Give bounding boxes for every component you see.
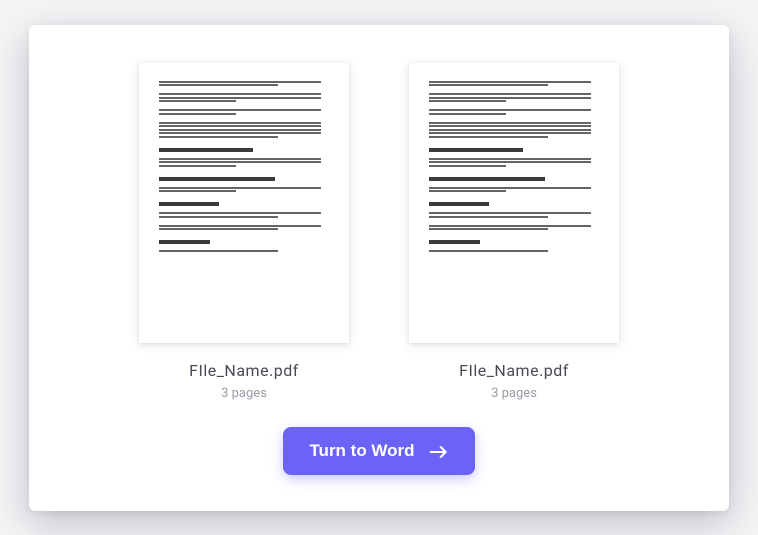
document-page-preview [139,63,349,343]
converter-card: FIle_Name.pdf 3 pages FIle_Name.pdf 3 pa [29,25,729,511]
turn-to-word-button[interactable]: Turn to Word [283,427,474,475]
cta-label: Turn to Word [309,441,414,461]
document-page-preview [409,63,619,343]
document-page-count: 3 pages [221,386,267,401]
document-item[interactable]: FIle_Name.pdf 3 pages [409,63,619,401]
document-filename: FIle_Name.pdf [459,361,569,380]
arrow-right-icon [429,444,449,458]
document-page-count: 3 pages [491,386,537,401]
document-filename: FIle_Name.pdf [189,361,299,380]
documents-row: FIle_Name.pdf 3 pages FIle_Name.pdf 3 pa [139,63,619,401]
document-item[interactable]: FIle_Name.pdf 3 pages [139,63,349,401]
